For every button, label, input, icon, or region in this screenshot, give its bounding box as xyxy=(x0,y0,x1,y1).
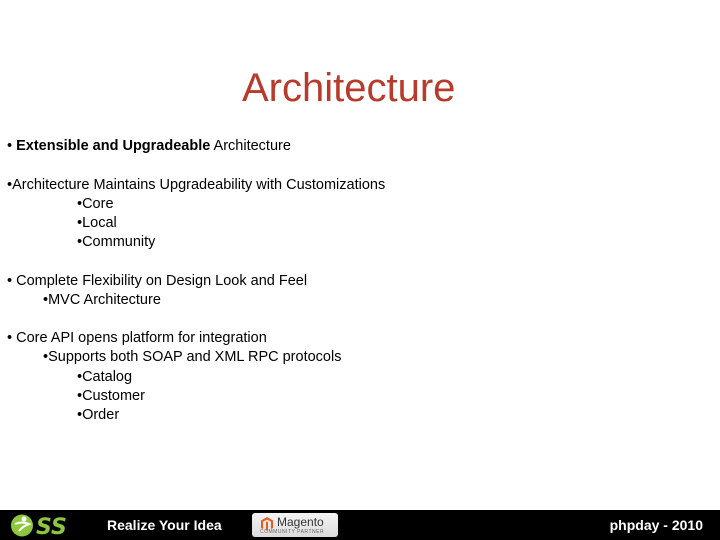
bullet-2-child-2: •Local xyxy=(77,214,117,232)
bullet-4-child-3: •Order xyxy=(77,406,119,424)
magento-sub: COMMUNITY PARTNER xyxy=(260,529,325,535)
bullet-dot: • xyxy=(7,273,13,289)
bullet-3: • Complete Flexibility on Design Look an… xyxy=(7,272,307,290)
bullet-4-text: Core API opens platform for integration xyxy=(16,330,267,346)
bullet-1-text: Architecture xyxy=(210,138,291,154)
child-text: Catalog xyxy=(82,369,133,385)
child-text: Core xyxy=(82,196,114,212)
oss-logo-icon: SS xyxy=(11,514,67,538)
bullet-3-child-1: •MVC Architecture xyxy=(43,291,161,309)
bullet-2: •Architecture Maintains Upgradeability w… xyxy=(7,176,385,194)
bullet-4: • Core API opens platform for integratio… xyxy=(7,329,267,347)
bullet-2-text: Architecture Maintains Upgradeability wi… xyxy=(12,177,386,193)
child-text: MVC Architecture xyxy=(48,292,161,308)
child-text: Community xyxy=(82,234,156,250)
bullet-2-child-1: •Core xyxy=(77,195,114,213)
child-text: Local xyxy=(82,215,117,231)
logo-text: SS xyxy=(36,515,67,538)
bullet-4-child-1: •Catalog xyxy=(77,368,132,386)
bullet-1-bold: Extensible and Upgradeable xyxy=(16,138,211,154)
footer-bar: SS Realize Your Idea Magento COMMUNITY P… xyxy=(0,510,720,540)
bullet-dot: • xyxy=(7,330,13,346)
child-text: Customer xyxy=(82,388,145,404)
bullet-4-child-2: •Customer xyxy=(77,387,145,405)
magento-partner-badge: Magento COMMUNITY PARTNER xyxy=(252,513,338,537)
bullet-2-child-3: •Community xyxy=(77,233,155,251)
bullet-dot: • xyxy=(7,138,13,154)
sub-text: Supports both SOAP and XML RPC protocols xyxy=(48,349,342,365)
bullet-1: • Extensible and Upgradeable Architectur… xyxy=(7,137,291,155)
bullet-4-sub: •Supports both SOAP and XML RPC protocol… xyxy=(43,348,341,366)
slide-title-text: Architecture xyxy=(242,66,456,110)
child-text: Order xyxy=(82,407,120,423)
tagline: Realize Your Idea xyxy=(107,517,222,533)
magento-name: Magento xyxy=(277,515,324,529)
bullet-3-text: Complete Flexibility on Design Look and … xyxy=(16,273,308,289)
event-label: phpday - 2010 xyxy=(609,517,703,533)
